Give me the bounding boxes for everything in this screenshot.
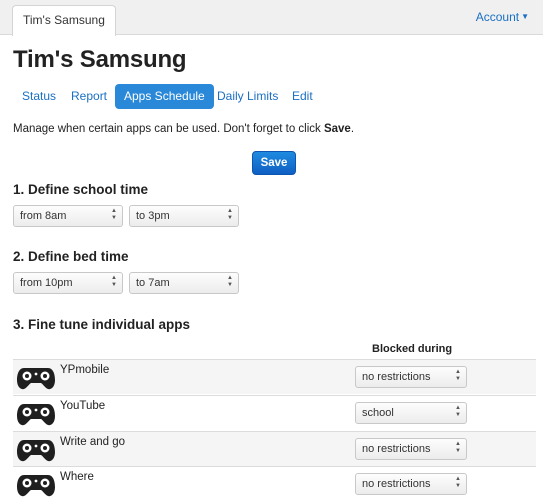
- bed-time-heading: 2. Define bed time: [13, 249, 129, 264]
- save-button[interactable]: Save: [252, 151, 296, 175]
- blocked-select[interactable]: no restrictions ▲ ▼: [355, 438, 467, 460]
- tab-daily-limits[interactable]: Daily Limits: [208, 84, 287, 109]
- app-row: Where no restrictions ▲ ▼: [13, 466, 536, 501]
- tab-apps-schedule[interactable]: Apps Schedule: [115, 84, 214, 109]
- intro-text: Manage when certain apps can be used. Do…: [13, 123, 354, 135]
- blocked-during-header: Blocked during: [372, 343, 453, 355]
- select-arrows-icon: ▲ ▼: [455, 405, 461, 418]
- top-bar: Tim's Samsung Account ▼: [0, 0, 543, 36]
- bed-from-value: from 10pm: [20, 277, 73, 289]
- select-arrows-icon: ▲ ▼: [111, 275, 117, 288]
- blocked-value: no restrictions: [362, 478, 431, 490]
- blocked-value: school: [362, 407, 394, 419]
- school-time-heading: 1. Define school time: [13, 182, 149, 197]
- select-arrows-icon: ▲ ▼: [227, 208, 233, 221]
- blocked-select[interactable]: no restrictions ▲ ▼: [355, 473, 467, 495]
- bed-to-value: to 7am: [136, 277, 170, 289]
- device-tab[interactable]: Tim's Samsung: [12, 5, 116, 36]
- intro-end: .: [350, 123, 355, 135]
- app-name: YouTube: [60, 400, 106, 412]
- account-menu[interactable]: Account ▼: [476, 10, 529, 24]
- tab-status[interactable]: Status: [13, 84, 65, 109]
- intro-save-word: Save: [323, 123, 351, 135]
- app-row: Write and go no restrictions ▲ ▼: [13, 431, 536, 466]
- blocked-select[interactable]: school ▲ ▼: [355, 402, 467, 424]
- school-from-value: from 8am: [20, 210, 67, 222]
- app-name: YPmobile: [60, 364, 110, 376]
- tab-report[interactable]: Report: [62, 84, 116, 109]
- caret-down-icon: ▼: [521, 12, 529, 21]
- game-controller-icon: [17, 368, 55, 390]
- school-to-value: to 3pm: [136, 210, 170, 222]
- blocked-select[interactable]: no restrictions ▲ ▼: [355, 366, 467, 388]
- select-arrows-icon: ▲ ▼: [455, 476, 461, 489]
- select-arrows-icon: ▲ ▼: [227, 275, 233, 288]
- intro-main: Manage when certain apps can be used. Do…: [13, 123, 324, 135]
- school-to-select[interactable]: to 3pm ▲ ▼: [129, 205, 239, 227]
- select-arrows-icon: ▲ ▼: [111, 208, 117, 221]
- account-label: Account: [475, 10, 520, 24]
- game-controller-icon: [17, 404, 55, 426]
- bed-from-select[interactable]: from 10pm ▲ ▼: [13, 272, 123, 294]
- blocked-value: no restrictions: [362, 443, 431, 455]
- app-name: Where: [60, 471, 94, 483]
- select-arrows-icon: ▲ ▼: [455, 441, 461, 454]
- tab-edit[interactable]: Edit: [283, 84, 322, 109]
- bed-to-select[interactable]: to 7am ▲ ▼: [129, 272, 239, 294]
- apps-heading: 3. Fine tune individual apps: [13, 317, 191, 332]
- select-arrows-icon: ▲ ▼: [455, 369, 461, 382]
- app-row: YPmobile no restrictions ▲ ▼: [13, 359, 536, 394]
- app-name: Write and go: [60, 436, 125, 448]
- page-title: Tim's Samsung: [13, 46, 187, 73]
- game-controller-icon: [17, 475, 55, 497]
- blocked-value: no restrictions: [362, 371, 431, 383]
- app-row: YouTube school ▲ ▼: [13, 395, 536, 430]
- game-controller-icon: [17, 440, 55, 462]
- school-from-select[interactable]: from 8am ▲ ▼: [13, 205, 123, 227]
